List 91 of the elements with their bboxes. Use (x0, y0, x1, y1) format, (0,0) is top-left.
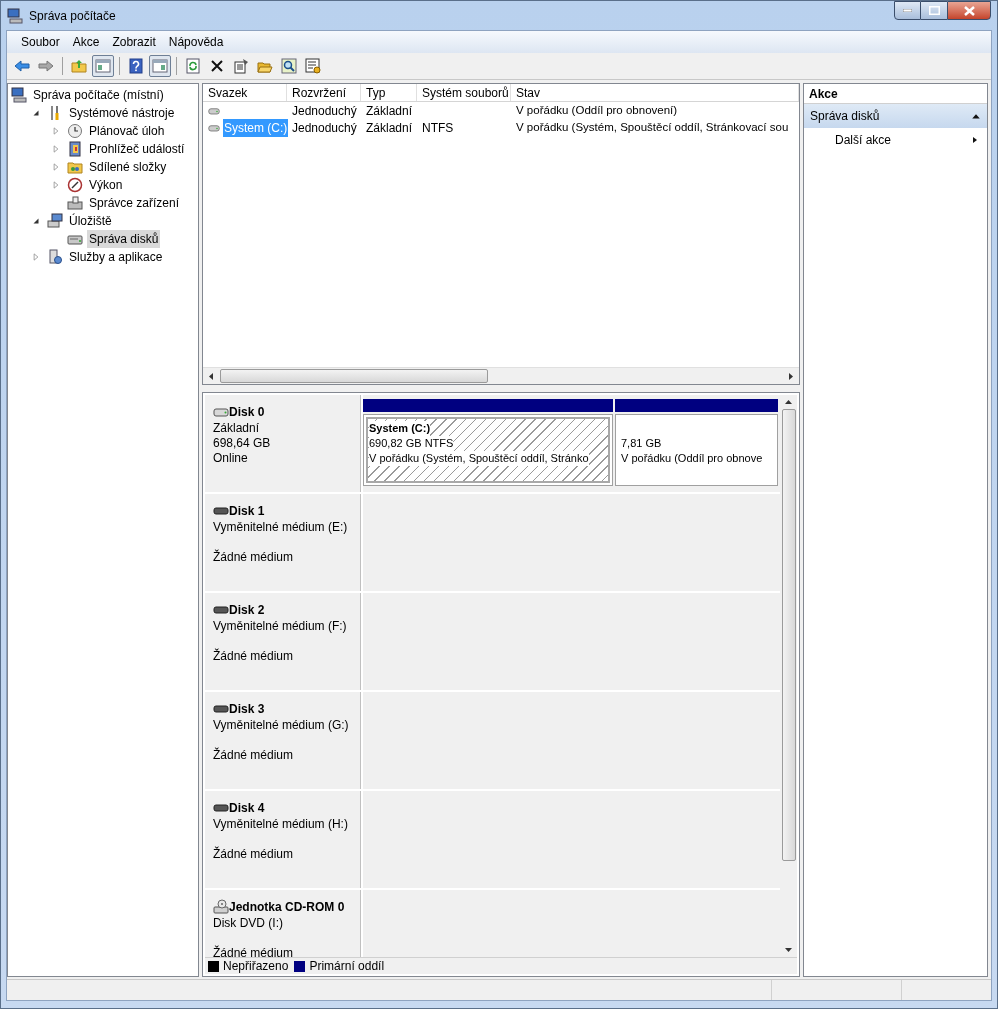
disk-info: Vyměnitelné médium (E:) (213, 520, 349, 535)
close-icon (963, 5, 975, 16)
table-cell-text: V pořádku (Oddíl pro obnovení) (516, 102, 678, 118)
disk-status: Žádné médium (213, 847, 295, 862)
refresh-icon (185, 58, 201, 74)
disk-name: Disk 3 (229, 701, 265, 718)
menu-item[interactable]: Soubor (15, 31, 66, 53)
partition-label: System (C:) (369, 421, 431, 436)
disk-info: Disk DVD (I:) (213, 916, 284, 931)
disk-info: 698,64 GB (213, 436, 272, 451)
clock-icon (67, 123, 83, 139)
tree-item[interactable]: Plánovač úloh (87, 122, 167, 140)
disk-info: Základní (213, 421, 261, 436)
disk-status: Žádné médium (213, 946, 295, 957)
scrollbar-thumb[interactable] (220, 369, 488, 383)
device-manager-icon (67, 195, 83, 211)
shared-folder-icon (67, 159, 83, 175)
minimize-icon (903, 9, 912, 12)
column-header[interactable]: Systém souborů (417, 84, 511, 101)
menu-item[interactable]: Nápověda (162, 31, 230, 53)
disk-name: Disk 4 (229, 800, 265, 817)
delete-icon (209, 58, 225, 74)
table-cell-text: Jednoduchý (292, 119, 357, 137)
tree-item[interactable]: Sdílené složky (87, 158, 169, 176)
back-arrow-icon (14, 58, 30, 74)
menu-item[interactable]: Zobrazit (106, 31, 162, 53)
legend-label: Primární oddíl (309, 958, 385, 975)
table-cell-text: Základní (366, 102, 413, 120)
gauge-icon (67, 177, 83, 193)
partition-status: V pořádku (Systém, Spouštěcí oddíl, Stránko (369, 451, 589, 466)
column-header[interactable]: Rozvržení (287, 84, 361, 101)
tree-item[interactable]: Správa disků (87, 230, 161, 248)
maximize-icon (928, 6, 940, 15)
collapse-arrow-icon[interactable] (31, 108, 41, 118)
computer-icon (7, 7, 23, 24)
partition-size: 690,82 GB NTFS (369, 436, 454, 451)
disk-info: Vyměnitelné médium (H:) (213, 817, 349, 832)
disk-name: Disk 2 (229, 602, 265, 619)
collapse-arrow-icon[interactable] (31, 216, 41, 226)
disk-name: Jednotka CD-ROM 0 (229, 899, 345, 916)
section-title: Správa disků (810, 108, 880, 125)
disk-name: Disk 1 (229, 503, 265, 520)
minimize-button[interactable] (894, 1, 921, 20)
disk-name: Disk 0 (229, 404, 265, 421)
toolbar-button[interactable] (278, 55, 300, 77)
services-icon (47, 249, 63, 265)
settings-icon (305, 58, 321, 74)
tree-item[interactable]: Prohlížeč událostí (87, 140, 187, 158)
disk-status: Žádné médium (213, 649, 295, 664)
disk-info: Vyměnitelné médium (G:) (213, 718, 350, 733)
disk-status: Online (213, 451, 249, 466)
tree-item[interactable]: Služby a aplikace (67, 248, 165, 266)
disk-info: Vyměnitelné médium (F:) (213, 619, 348, 634)
storage-icon (47, 213, 63, 229)
tree-pane-icon (95, 58, 111, 74)
close-button[interactable] (947, 1, 991, 20)
column-header[interactable]: Svazek (203, 84, 287, 101)
tree-item[interactable]: Systémové nástroje (67, 104, 177, 122)
table-cell-text: V pořádku (Systém, Spouštěcí oddíl, Stránkovací sou (516, 119, 789, 135)
folder-up-icon (71, 58, 87, 74)
properties-icon (233, 58, 249, 74)
action-label: Další akce (835, 132, 892, 149)
tree-item[interactable]: Úložiště (67, 212, 114, 230)
partition-status: V pořádku (Oddíl pro obnove (621, 451, 763, 466)
table-cell-text: NTFS (422, 119, 454, 137)
legend-label: Nepřiřazeno (223, 958, 289, 975)
column-header[interactable]: Stav (511, 84, 799, 101)
partition-box[interactable]: 7,81 GB V pořádku (Oddíl pro obnove (615, 414, 778, 486)
tree-item[interactable]: Výkon (87, 176, 125, 194)
disk-status: Žádné médium (213, 748, 295, 763)
table-cell-text: Jednoduchý (292, 102, 357, 120)
action-item[interactable]: Další akce (804, 128, 987, 152)
scrollbar-thumb[interactable] (781, 409, 796, 861)
tree-item[interactable]: Správa počítače (místní) (31, 86, 166, 104)
table-cell-text: Základní (366, 119, 413, 137)
magnifier-icon (281, 58, 297, 74)
help-icon (128, 58, 144, 74)
partition-box[interactable]: System (C:) 690,82 GB NTFS V pořádku (Systém, Spouštěcí oddíl, Stránko (363, 414, 613, 486)
cdrom-disk-icon (213, 899, 229, 915)
computer-icon (11, 87, 27, 103)
partition-size: 7,81 GB (621, 436, 662, 451)
column-header[interactable]: Typ (361, 84, 417, 101)
menu-item[interactable]: Akce (66, 31, 106, 53)
event-log-icon (67, 141, 83, 157)
actions-section-header[interactable]: Správa disků (804, 104, 987, 128)
action-pane-icon (152, 58, 168, 74)
maximize-button[interactable] (921, 1, 947, 20)
forward-arrow-icon (38, 58, 54, 74)
window-title: Správa počítače (29, 7, 116, 25)
tree-item[interactable]: Správce zařízení (87, 194, 182, 212)
disk-status: Žádné médium (213, 550, 295, 565)
